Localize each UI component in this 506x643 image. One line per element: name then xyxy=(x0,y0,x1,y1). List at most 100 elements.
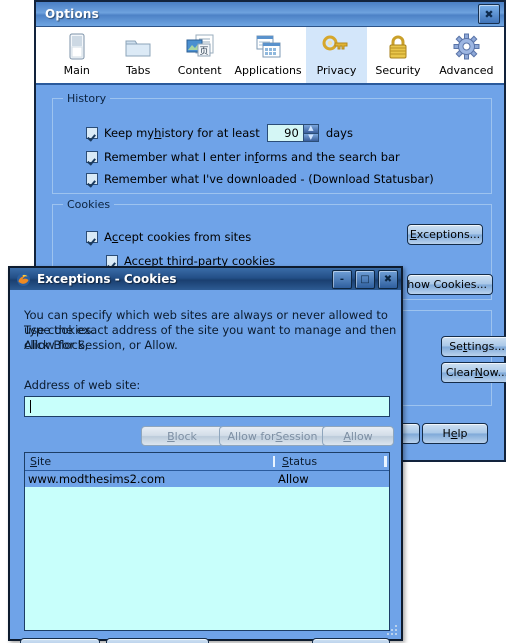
clear-now-prefix: Clear xyxy=(445,366,475,379)
remove-all-sites-button[interactable]: Remove All Sites xyxy=(106,638,209,643)
address-input[interactable] xyxy=(24,396,390,417)
remember-downloads-label: Remember what I've downloaded - (Downloa… xyxy=(104,172,434,186)
key-privacy-icon xyxy=(321,31,351,62)
tab-privacy-label: Privacy xyxy=(316,64,357,77)
keep-history-checkbox[interactable] xyxy=(86,127,98,139)
allow-button-accesskey: A xyxy=(343,429,351,443)
options-toolbar: Main Tabs 页 Content Applications Privacy xyxy=(36,27,504,85)
exceptions-cookies-dialog: Exceptions - Cookies - □ ✖ You can speci… xyxy=(8,266,403,643)
history-days-value[interactable]: 90 xyxy=(268,125,303,141)
remember-downloads-row[interactable]: Remember what I've downloaded - (Downloa… xyxy=(86,172,434,186)
svg-text:页: 页 xyxy=(199,46,208,57)
keep-history-accesskey: h xyxy=(154,126,162,140)
tab-main[interactable]: Main xyxy=(46,27,107,83)
tab-content-label: Content xyxy=(177,64,222,77)
remember-forms-row[interactable]: Remember what I enter in f orms and the s… xyxy=(86,150,400,164)
spin-down-icon[interactable]: ▼ xyxy=(303,133,318,141)
allow-button[interactable]: Allow xyxy=(322,426,394,446)
exceptions-button-accesskey: E xyxy=(409,228,417,241)
close-icon[interactable]: ✖ xyxy=(378,270,398,289)
keep-history-label-prefix: Keep my xyxy=(104,126,155,140)
show-cookies-button-label: how Cookies... xyxy=(407,278,487,291)
accept-cookies-checkbox[interactable] xyxy=(86,231,98,243)
clear-now-button[interactable]: Clear Now... xyxy=(441,362,506,383)
accept-cookies-row[interactable]: Ac cept cookies from sites xyxy=(86,230,251,244)
allow-for-session-button[interactable]: Allow for Session xyxy=(219,426,326,446)
close-icon[interactable]: ✖ xyxy=(478,4,500,24)
column-site-accesskey: S xyxy=(30,455,37,468)
description-line-3: Allow for Session, or Allow. xyxy=(24,338,178,352)
tab-applications-label: Applications xyxy=(234,64,302,77)
text-caret xyxy=(30,400,31,413)
tab-security[interactable]: Security xyxy=(367,27,428,83)
block-button[interactable]: Block xyxy=(141,426,223,446)
exceptions-button[interactable]: Exceptions... xyxy=(407,224,483,245)
allow-session-prefix: Allow for xyxy=(227,429,276,443)
exceptions-button-rest: xceptions... xyxy=(416,228,481,241)
block-button-rest: lock xyxy=(174,429,197,443)
maximize-icon[interactable]: □ xyxy=(355,270,375,289)
column-header-site[interactable]: Site xyxy=(25,455,273,468)
options-titlebar: Options ✖ xyxy=(36,2,504,27)
firefox-icon xyxy=(16,272,31,287)
remember-forms-label-prefix: Remember what I enter in xyxy=(104,150,255,164)
list-header: Site Status xyxy=(25,453,389,471)
tab-tabs[interactable]: Tabs xyxy=(107,27,168,83)
tab-content[interactable]: 页 Content xyxy=(169,27,230,83)
applications-windows-icon xyxy=(253,31,283,62)
column-header-status[interactable]: Status xyxy=(275,455,384,468)
days-suffix-label: days xyxy=(325,126,353,140)
help-button-accesskey: e xyxy=(450,427,458,440)
tab-tabs-label: Tabs xyxy=(126,64,151,77)
history-days-spin-buttons[interactable]: ▲ ▼ xyxy=(302,125,318,141)
remove-site-button[interactable]: Remove Site xyxy=(20,638,100,643)
help-button[interactable]: He lp xyxy=(422,423,488,444)
table-row[interactable]: www.modthesims2.com Allow xyxy=(25,471,389,487)
tab-advanced-label: Advanced xyxy=(439,64,494,77)
exceptions-titlebar: Exceptions - Cookies - □ ✖ xyxy=(10,268,401,290)
main-window-icon xyxy=(66,31,88,62)
minimize-icon[interactable]: - xyxy=(332,270,352,289)
remember-forms-label-rest: orms and the search bar xyxy=(258,150,400,164)
tab-main-label: Main xyxy=(63,64,90,77)
history-group-title: History xyxy=(63,92,111,105)
keep-history-row[interactable]: Keep my h istory for at least 90 ▲ ▼ days xyxy=(86,124,353,142)
block-button-accesskey: B xyxy=(167,429,175,443)
cookies-group-title: Cookies xyxy=(63,198,115,211)
show-cookies-button[interactable]: Show Cookies... xyxy=(407,274,493,295)
settings-button-rest: tings... xyxy=(467,340,505,353)
tab-applications[interactable]: Applications xyxy=(230,27,305,83)
keep-history-label-mid: istory for at least xyxy=(161,126,260,140)
help-button-rest: lp xyxy=(457,427,468,440)
gear-advanced-icon xyxy=(453,31,480,62)
clear-now-rest: ow... xyxy=(482,366,506,379)
clear-now-accesskey: N xyxy=(474,366,483,379)
close-button[interactable]: Close xyxy=(312,638,390,643)
remember-downloads-checkbox[interactable] xyxy=(86,173,98,185)
settings-button[interactable]: Se t tings... xyxy=(441,336,506,357)
folder-tabs-icon xyxy=(124,31,152,62)
column-site-rest: ite xyxy=(36,455,52,468)
settings-button-prefix: Se xyxy=(449,340,463,353)
help-button-prefix: H xyxy=(442,427,451,440)
allow-button-rest: llow xyxy=(350,429,373,443)
column-status-accesskey: S xyxy=(282,455,289,468)
tab-advanced[interactable]: Advanced xyxy=(429,27,504,83)
allow-session-rest: ession xyxy=(282,429,318,443)
exceptions-dialog-title: Exceptions - Cookies xyxy=(37,272,177,286)
history-days-stepper[interactable]: 90 ▲ ▼ xyxy=(266,124,319,142)
address-label: Address of web site: xyxy=(24,378,141,392)
exceptions-body: You can specify which web sites are alwa… xyxy=(10,290,401,643)
row-status: Allow xyxy=(278,472,309,486)
remember-forms-checkbox[interactable] xyxy=(86,151,98,163)
padlock-security-icon xyxy=(385,31,411,62)
resize-grip[interactable] xyxy=(387,625,399,637)
exceptions-site-list[interactable]: Site Status www.modthesims2.com Allow xyxy=(24,452,390,631)
content-page-icon: 页 xyxy=(185,31,215,62)
accept-cookies-label-prefix: A xyxy=(104,230,112,244)
column-status-rest: tatus xyxy=(288,455,318,468)
tab-security-label: Security xyxy=(375,64,421,77)
options-window-title: Options xyxy=(45,7,99,21)
tab-privacy[interactable]: Privacy xyxy=(305,27,368,83)
allow-session-accesskey: S xyxy=(275,429,283,443)
